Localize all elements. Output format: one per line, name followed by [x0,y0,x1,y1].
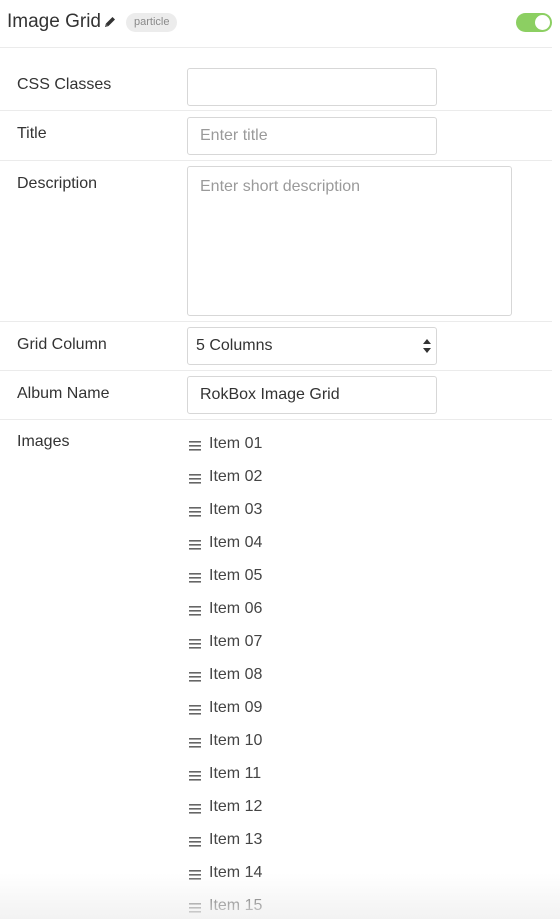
drag-handle-icon[interactable] [189,570,201,583]
image-list-item[interactable]: Item 07 [189,625,389,658]
image-list-item[interactable]: Item 08 [189,658,389,691]
image-list-item[interactable]: Item 06 [189,592,389,625]
images-label: Images [17,433,70,450]
css-classes-input[interactable] [187,68,437,106]
drag-handle-icon[interactable] [189,768,201,781]
drag-handle-icon[interactable] [189,471,201,484]
drag-handle-icon[interactable] [189,867,201,880]
drag-handle-icon[interactable] [189,537,201,550]
title-input[interactable] [187,117,437,155]
grid-column-label: Grid Column [17,336,107,353]
album-name-input[interactable] [187,376,437,414]
image-item-label: Item 07 [209,633,263,650]
description-row: Description [0,161,552,322]
description-textarea[interactable] [187,166,512,316]
image-list-item[interactable]: Item 14 [189,856,389,889]
image-list-item[interactable]: Item 11 [189,757,389,790]
image-item-label: Item 11 [209,765,262,782]
title-row: Title [0,111,552,161]
title-label: Title [17,125,47,142]
css-classes-row: CSS Classes [0,48,552,111]
image-item-label: Item 01 [209,435,263,452]
image-item-label: Item 14 [209,864,263,881]
image-list-item[interactable]: Item 09 [189,691,389,724]
drag-handle-icon[interactable] [189,735,201,748]
drag-handle-icon[interactable] [189,438,201,451]
image-item-label: Item 05 [209,567,263,584]
image-item-label: Item 08 [209,666,263,683]
image-item-label: Item 04 [209,534,263,551]
drag-handle-icon[interactable] [189,669,201,682]
image-list-item[interactable]: Item 12 [189,790,389,823]
image-item-label: Item 15 [209,897,263,914]
enable-toggle[interactable] [516,13,552,32]
image-list-item[interactable]: Item 15 [189,889,389,919]
image-list-item[interactable]: Item 03 [189,493,389,526]
toggle-knob [535,15,550,30]
album-name-row: Album Name [0,371,552,420]
image-item-label: Item 12 [209,798,263,815]
image-list-item[interactable]: Item 10 [189,724,389,757]
particle-settings-panel: Image Grid particle CSS Classes Title De… [0,0,560,919]
drag-handle-icon[interactable] [189,636,201,649]
drag-handle-icon[interactable] [189,801,201,814]
pencil-icon[interactable] [103,15,117,29]
image-item-label: Item 06 [209,600,263,617]
type-badge: particle [126,13,178,32]
select-arrows-icon [422,337,432,355]
image-item-label: Item 02 [209,468,263,485]
description-label: Description [17,175,98,192]
album-name-label: Album Name [17,385,110,402]
drag-handle-icon[interactable] [189,504,201,517]
panel-header: Image Grid particle [0,0,552,48]
drag-handle-icon[interactable] [189,900,201,913]
css-classes-label: CSS Classes [17,76,112,93]
drag-handle-icon[interactable] [189,603,201,616]
image-list-item[interactable]: Item 05 [189,559,389,592]
images-list: Item 01 Item 02 Item 03 Item 04 Item 05 Item … [189,427,389,919]
image-item-label: Item 13 [209,831,263,848]
image-list-item[interactable]: Item 02 [189,460,389,493]
image-list-item[interactable]: Item 04 [189,526,389,559]
grid-column-value: 5 Columns [196,337,273,354]
image-item-label: Item 09 [209,699,263,716]
drag-handle-icon[interactable] [189,702,201,715]
drag-handle-icon[interactable] [189,834,201,847]
image-list-item[interactable]: Item 01 [189,427,389,460]
image-list-item[interactable]: Item 13 [189,823,389,856]
image-item-label: Item 03 [209,501,263,518]
grid-column-select[interactable]: 5 Columns [187,327,437,365]
particle-title: Image Grid [7,11,101,32]
image-item-label: Item 10 [209,732,263,749]
